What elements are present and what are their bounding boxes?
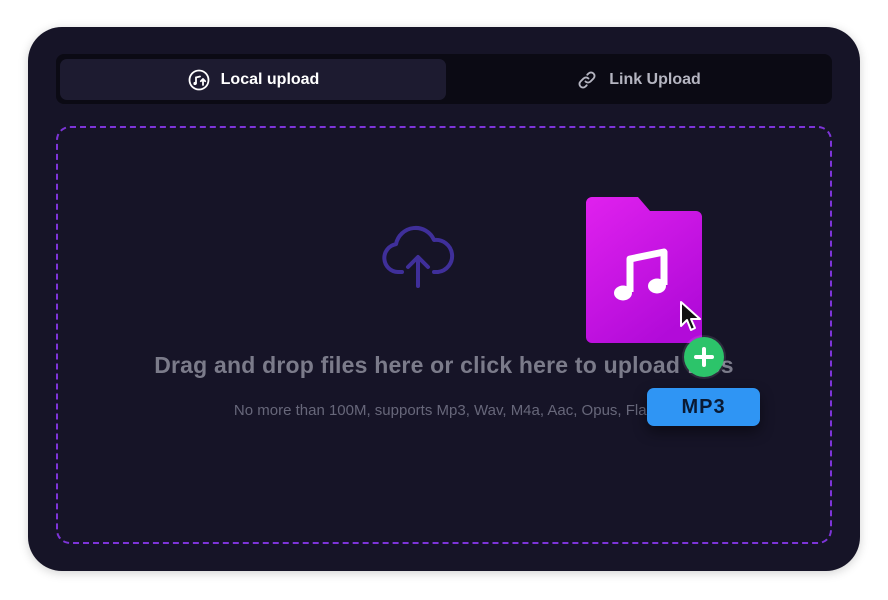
dropzone-headline: Drag and drop files here or click here t…: [154, 352, 734, 378]
tab-local-upload[interactable]: Local upload: [60, 59, 446, 100]
link-icon: [575, 68, 599, 92]
upload-tabs: Local upload Link Upload: [56, 54, 832, 104]
tab-link-upload-label: Link Upload: [609, 70, 701, 88]
file-dropzone[interactable]: [56, 126, 832, 544]
upload-card: Local upload Link Upload: [28, 27, 860, 571]
plus-icon: [684, 337, 724, 377]
music-upload-icon: [187, 68, 211, 92]
tab-link-upload[interactable]: Link Upload: [446, 59, 830, 100]
tab-local-upload-label: Local upload: [220, 70, 320, 88]
cursor-icon: [679, 300, 703, 334]
mp3-badge: MP3: [647, 388, 760, 426]
cloud-upload-icon: [380, 224, 456, 288]
